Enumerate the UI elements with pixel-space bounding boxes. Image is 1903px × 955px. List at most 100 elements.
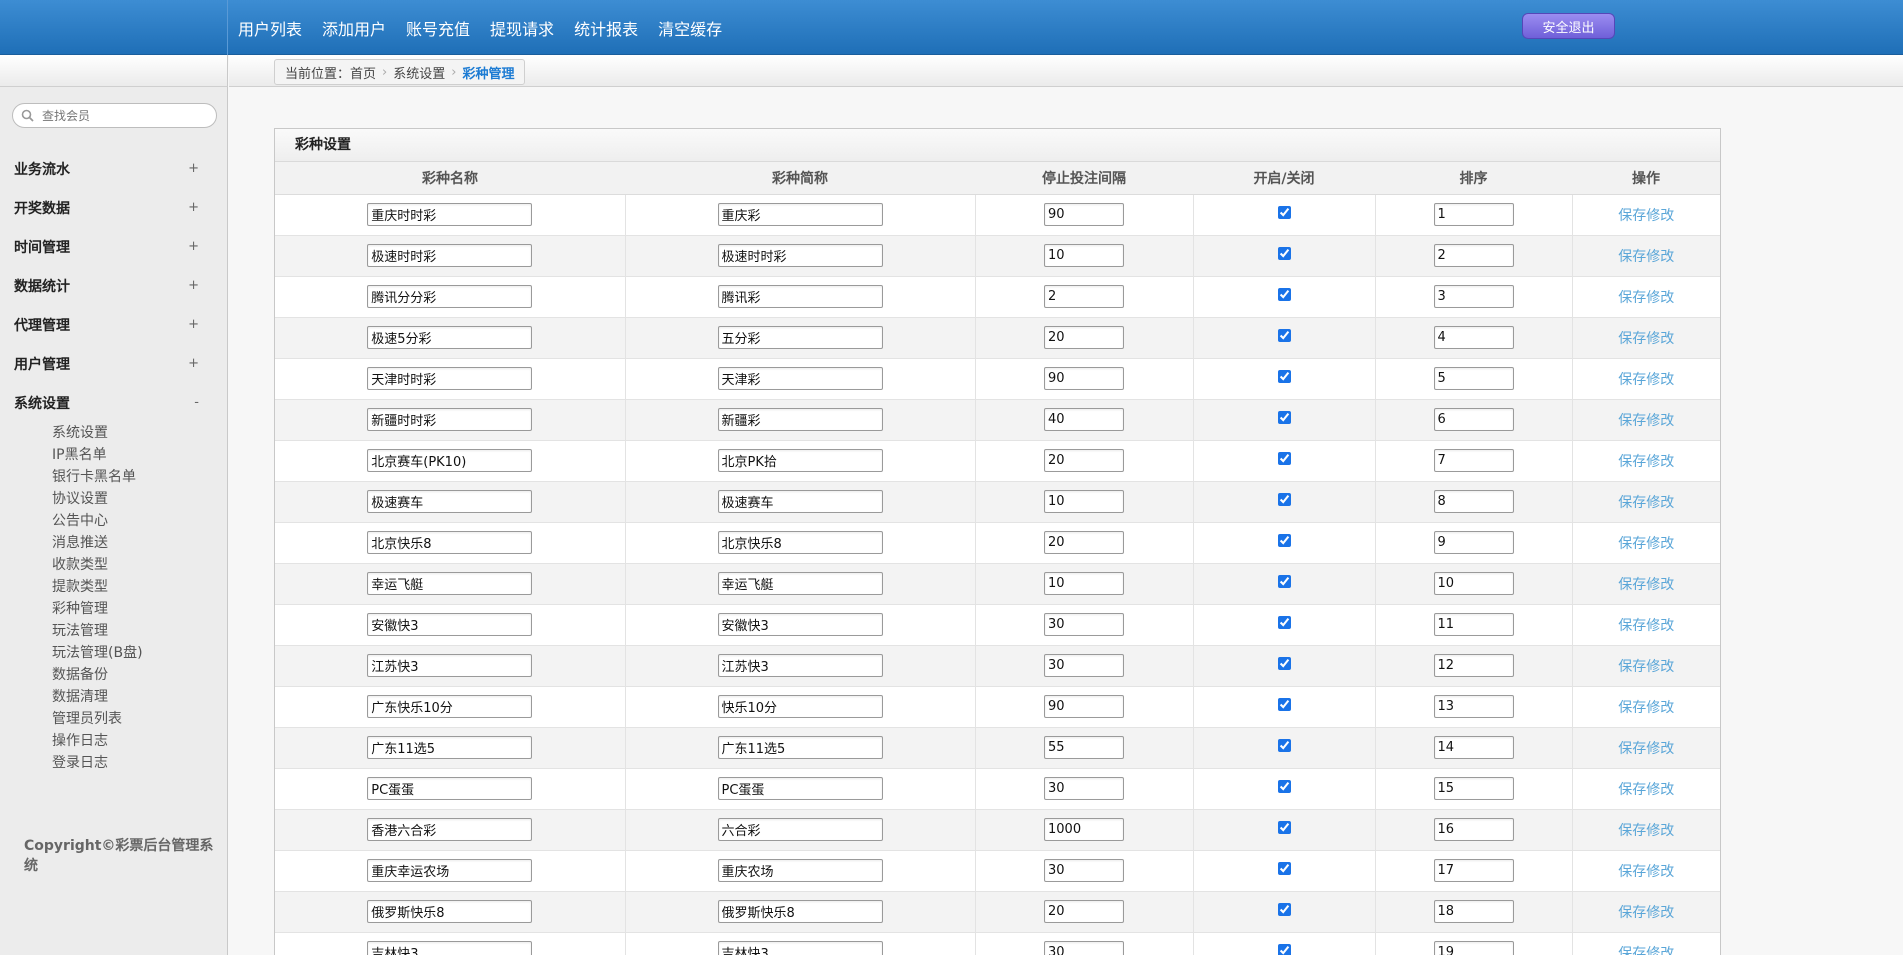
lottery-name-input[interactable] [367, 941, 533, 955]
nav-account-recharge[interactable]: 账号充值 [406, 16, 470, 40]
lottery-short-name-input[interactable] [717, 736, 883, 759]
lottery-name-input[interactable] [367, 531, 533, 554]
lottery-short-name-input[interactable] [717, 777, 883, 800]
sort-order-input[interactable] [1433, 613, 1514, 636]
stop-interval-input[interactable] [1044, 654, 1124, 677]
save-changes-link[interactable]: 保存修改 [1618, 536, 1674, 552]
stop-interval-input[interactable] [1044, 490, 1124, 513]
sidebar-item-system-settings[interactable]: 系统设置 [52, 422, 227, 444]
nav-statistics-report[interactable]: 统计报表 [574, 16, 638, 40]
enabled-checkbox[interactable] [1277, 862, 1291, 875]
sidebar-group-lottery-data[interactable]: 开奖数据 + [0, 188, 227, 227]
stop-interval-input[interactable] [1044, 244, 1124, 267]
sort-order-input[interactable] [1433, 941, 1514, 955]
lottery-short-name-input[interactable] [717, 572, 883, 595]
nav-user-list[interactable]: 用户列表 [238, 16, 302, 40]
save-changes-link[interactable]: 保存修改 [1618, 249, 1674, 265]
sidebar-group-data-statistics[interactable]: 数据统计 + [0, 266, 227, 305]
save-changes-link[interactable]: 保存修改 [1618, 495, 1674, 511]
lottery-short-name-input[interactable] [717, 695, 883, 718]
lottery-name-input[interactable] [367, 203, 533, 226]
lottery-short-name-input[interactable] [717, 531, 883, 554]
stop-interval-input[interactable] [1044, 777, 1124, 800]
lottery-name-input[interactable] [367, 695, 533, 718]
enabled-checkbox[interactable] [1277, 288, 1291, 301]
sidebar-item-login-log[interactable]: 登录日志 [52, 752, 227, 774]
lottery-short-name-input[interactable] [717, 859, 883, 882]
enabled-checkbox[interactable] [1277, 575, 1291, 588]
save-changes-link[interactable]: 保存修改 [1618, 577, 1674, 593]
lottery-short-name-input[interactable] [717, 654, 883, 677]
sort-order-input[interactable] [1433, 490, 1514, 513]
breadcrumb-system-settings[interactable]: 系统设置 [393, 63, 445, 82]
sort-order-input[interactable] [1433, 285, 1514, 308]
lottery-short-name-input[interactable] [717, 449, 883, 472]
stop-interval-input[interactable] [1044, 941, 1124, 955]
save-changes-link[interactable]: 保存修改 [1618, 741, 1674, 757]
sidebar-item-agreement-settings[interactable]: 协议设置 [52, 488, 227, 510]
save-changes-link[interactable]: 保存修改 [1618, 413, 1674, 429]
save-changes-link[interactable]: 保存修改 [1618, 659, 1674, 675]
stop-interval-input[interactable] [1044, 449, 1124, 472]
lottery-short-name-input[interactable] [717, 408, 883, 431]
save-changes-link[interactable]: 保存修改 [1618, 208, 1674, 224]
sort-order-input[interactable] [1433, 818, 1514, 841]
sort-order-input[interactable] [1433, 367, 1514, 390]
save-changes-link[interactable]: 保存修改 [1618, 700, 1674, 716]
enabled-checkbox[interactable] [1277, 534, 1291, 547]
enabled-checkbox[interactable] [1277, 821, 1291, 834]
logout-button[interactable]: 安全退出 [1522, 13, 1615, 39]
stop-interval-input[interactable] [1044, 818, 1124, 841]
breadcrumb-home[interactable]: 首页 [350, 63, 376, 82]
sidebar-item-data-backup[interactable]: 数据备份 [52, 664, 227, 686]
stop-interval-input[interactable] [1044, 326, 1124, 349]
sort-order-input[interactable] [1433, 531, 1514, 554]
lottery-name-input[interactable] [367, 490, 533, 513]
enabled-checkbox[interactable] [1277, 616, 1291, 629]
sort-order-input[interactable] [1433, 326, 1514, 349]
sidebar-group-agent-management[interactable]: 代理管理 + [0, 305, 227, 344]
lottery-name-input[interactable] [367, 777, 533, 800]
lottery-short-name-input[interactable] [717, 244, 883, 267]
lottery-short-name-input[interactable] [717, 203, 883, 226]
sidebar-item-payment-types[interactable]: 收款类型 [52, 554, 227, 576]
enabled-checkbox[interactable] [1277, 370, 1291, 383]
sort-order-input[interactable] [1433, 736, 1514, 759]
sidebar-item-admin-list[interactable]: 管理员列表 [52, 708, 227, 730]
save-changes-link[interactable]: 保存修改 [1618, 823, 1674, 839]
sort-order-input[interactable] [1433, 244, 1514, 267]
enabled-checkbox[interactable] [1277, 452, 1291, 465]
lottery-short-name-input[interactable] [717, 490, 883, 513]
enabled-checkbox[interactable] [1277, 657, 1291, 670]
sidebar-item-bankcard-blacklist[interactable]: 银行卡黑名单 [52, 466, 227, 488]
stop-interval-input[interactable] [1044, 367, 1124, 390]
stop-interval-input[interactable] [1044, 408, 1124, 431]
sidebar-item-announcement-center[interactable]: 公告中心 [52, 510, 227, 532]
sidebar-item-play-management-b[interactable]: 玩法管理(B盘) [52, 642, 227, 664]
sort-order-input[interactable] [1433, 695, 1514, 718]
enabled-checkbox[interactable] [1277, 944, 1291, 955]
sort-order-input[interactable] [1433, 900, 1514, 923]
member-search-input[interactable] [40, 107, 200, 124]
enabled-checkbox[interactable] [1277, 698, 1291, 711]
enabled-checkbox[interactable] [1277, 411, 1291, 424]
lottery-name-input[interactable] [367, 613, 533, 636]
stop-interval-input[interactable] [1044, 572, 1124, 595]
enabled-checkbox[interactable] [1277, 739, 1291, 752]
stop-interval-input[interactable] [1044, 736, 1124, 759]
enabled-checkbox[interactable] [1277, 903, 1291, 916]
nav-withdraw-requests[interactable]: 提现请求 [490, 16, 554, 40]
lottery-name-input[interactable] [367, 285, 533, 308]
lottery-short-name-input[interactable] [717, 326, 883, 349]
sort-order-input[interactable] [1433, 572, 1514, 595]
enabled-checkbox[interactable] [1277, 493, 1291, 506]
lottery-short-name-input[interactable] [717, 285, 883, 308]
stop-interval-input[interactable] [1044, 531, 1124, 554]
sort-order-input[interactable] [1433, 449, 1514, 472]
sidebar-item-ip-blacklist[interactable]: IP黑名单 [52, 444, 227, 466]
sort-order-input[interactable] [1433, 777, 1514, 800]
stop-interval-input[interactable] [1044, 900, 1124, 923]
sidebar-item-play-management[interactable]: 玩法管理 [52, 620, 227, 642]
lottery-name-input[interactable] [367, 244, 533, 267]
save-changes-link[interactable]: 保存修改 [1618, 618, 1674, 634]
